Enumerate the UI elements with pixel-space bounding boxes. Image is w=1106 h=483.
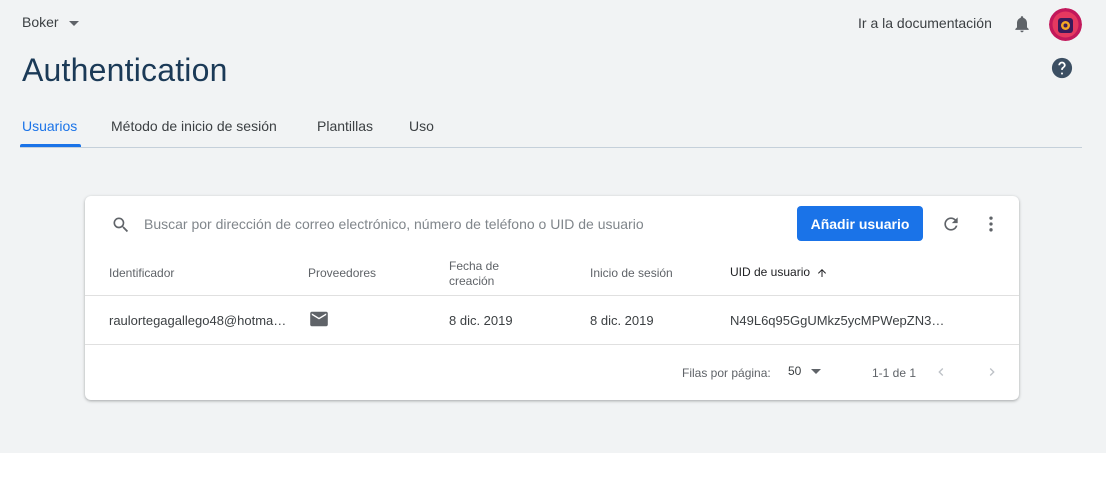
page-bottom-area [0, 453, 1106, 483]
tab-sign-in-method[interactable]: Método de inicio de sesión [111, 118, 277, 134]
cell-created: 8 dic. 2019 [449, 313, 513, 328]
project-name: Boker [22, 14, 59, 30]
active-tab-indicator [20, 144, 81, 147]
docs-link[interactable]: Ir a la documentación [858, 15, 992, 31]
table-row-divider [85, 344, 1019, 345]
bell-icon[interactable] [1012, 13, 1032, 35]
column-header-created-line2: creación [449, 274, 495, 288]
cell-signed-in: 8 dic. 2019 [590, 313, 654, 328]
column-header-identifier[interactable]: Identificador [109, 266, 174, 281]
rows-per-page-value: 50 [788, 364, 802, 378]
more-vert-icon[interactable] [981, 214, 1001, 234]
chevron-down-icon [68, 20, 79, 26]
users-card: Añadir usuario Identificador Proveedores… [85, 196, 1019, 400]
column-header-created-line1: Fecha de [449, 259, 500, 273]
tab-templates[interactable]: Plantillas [317, 118, 373, 134]
console-background: Boker Ir a la documentación Authenticati… [0, 0, 1106, 453]
refresh-icon[interactable] [941, 214, 961, 234]
table-header-divider [85, 295, 1019, 296]
search-icon [113, 217, 129, 233]
page-title: Authentication [22, 52, 228, 88]
search-input[interactable] [144, 213, 664, 235]
help-icon[interactable] [1051, 57, 1073, 79]
cell-uid: N49L6q95GgUMkz5ycMPWepZN3… [730, 313, 945, 328]
chevron-left-icon[interactable] [933, 363, 949, 381]
rows-per-page-label: Filas por página: [682, 366, 771, 380]
rows-per-page-select[interactable]: 50 [788, 364, 822, 378]
tab-users[interactable]: Usuarios [22, 118, 77, 134]
column-header-signed-in[interactable]: Inicio de sesión [590, 266, 673, 281]
column-header-uid-label: UID de usuario [730, 265, 811, 279]
column-header-providers[interactable]: Proveedores [308, 266, 376, 281]
add-user-button[interactable]: Añadir usuario [797, 206, 923, 241]
arrow-up-icon [818, 268, 827, 277]
column-header-uid[interactable]: UID de usuario [730, 265, 828, 280]
chevron-right-icon[interactable] [984, 363, 1000, 381]
cell-identifier: raulortegagallego48@hotma… [109, 313, 287, 328]
column-header-created[interactable]: Fecha de creación [449, 259, 499, 289]
chevron-down-icon [811, 368, 822, 374]
avatar[interactable] [1049, 8, 1082, 41]
email-icon [310, 311, 328, 327]
tab-bar: Usuarios Método de inicio de sesión Plan… [20, 108, 1082, 148]
pagination-range: 1-1 de 1 [872, 366, 917, 380]
project-selector[interactable]: Boker [22, 14, 79, 30]
tab-usage[interactable]: Uso [409, 118, 434, 134]
